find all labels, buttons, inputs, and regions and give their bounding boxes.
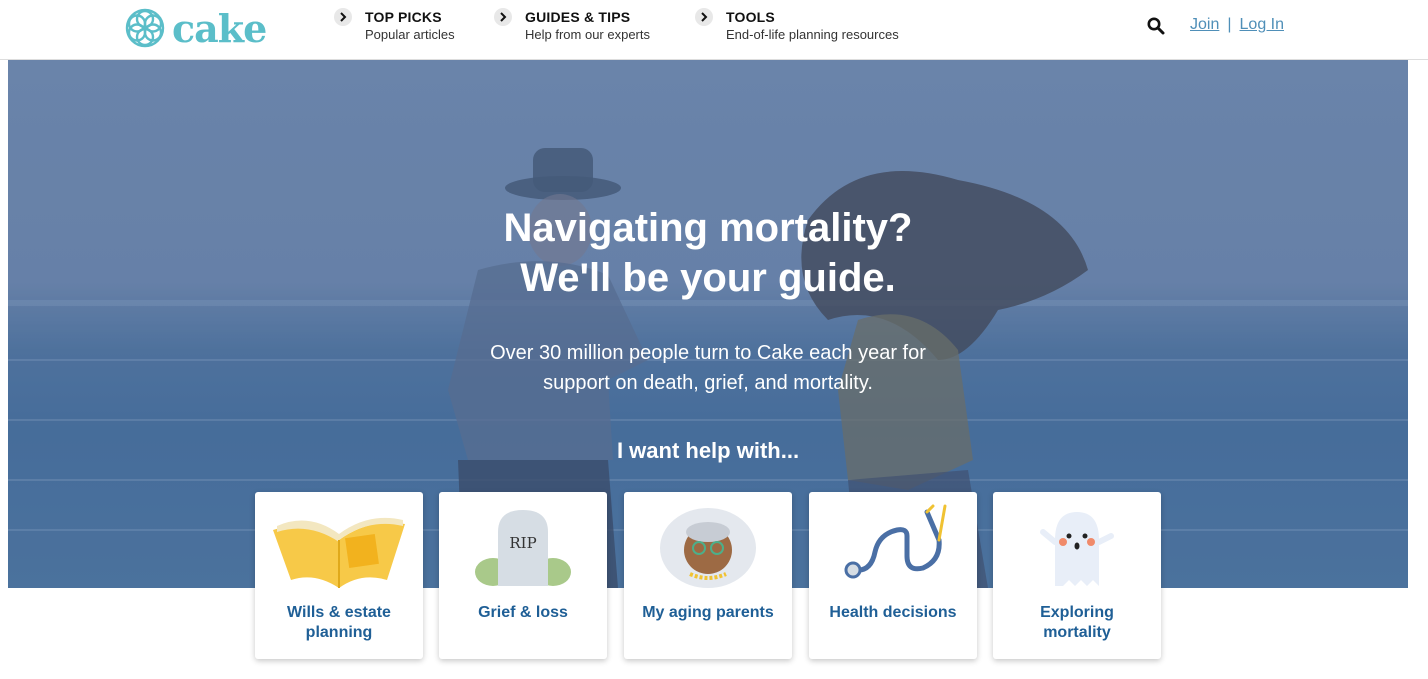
- auth-links: Join | Log In: [1190, 16, 1284, 34]
- card-label: Exploring mortality: [1001, 603, 1153, 643]
- hero-title-line1: Navigating mortality?: [503, 206, 913, 250]
- join-link[interactable]: Join: [1190, 16, 1219, 33]
- search-button[interactable]: [1147, 17, 1165, 40]
- card-label-line1: Health decisions: [829, 604, 957, 621]
- tombstone-icon: RIP: [475, 510, 571, 586]
- logo[interactable]: cake: [124, 5, 267, 51]
- hero-subtitle: Over 30 million people turn to Cake each…: [8, 338, 1408, 398]
- card-label-line1: Exploring: [1040, 604, 1114, 621]
- nav-guides-tips[interactable]: GUIDES & TIPS Help from our experts: [494, 8, 650, 44]
- search-icon: [1147, 17, 1165, 35]
- card-label-line1: Wills & estate: [287, 604, 391, 621]
- card-label-line1: My aging parents: [642, 604, 774, 621]
- hero-title-line2: We'll be your guide.: [520, 256, 896, 300]
- flower-logo-icon: [125, 8, 165, 48]
- chevron-right-icon: [334, 8, 352, 26]
- card-label-line1: Grief & loss: [478, 604, 568, 621]
- nav-title: GUIDES & TIPS: [525, 9, 631, 25]
- logo-text: cake: [172, 5, 267, 51]
- login-link[interactable]: Log In: [1240, 16, 1284, 33]
- card-label: Wills & estate planning: [263, 603, 415, 643]
- hero-subtitle-line2: support on death, grief, and mortality.: [543, 372, 873, 394]
- card-grief-loss[interactable]: RIP Grief & loss: [439, 492, 607, 659]
- nav-subtitle: End-of-life planning resources: [726, 27, 899, 42]
- stethoscope-icon: [844, 504, 947, 579]
- card-label-line2: mortality: [1043, 624, 1111, 641]
- help-prompt: I want help with...: [616, 438, 800, 463]
- nav-top-picks[interactable]: TOP PICKS Popular articles: [334, 8, 455, 44]
- nav-title: TOP PICKS: [365, 9, 442, 25]
- hero-title: Navigating mortality? We'll be your guid…: [8, 203, 1408, 303]
- grandma-icon: [660, 508, 756, 588]
- card-label: My aging parents: [632, 603, 784, 623]
- nav-subtitle: Help from our experts: [525, 27, 650, 42]
- card-health-decisions[interactable]: Health decisions: [809, 492, 977, 659]
- nav-tools[interactable]: TOOLS End-of-life planning resources: [695, 8, 899, 44]
- nav-title: TOOLS: [726, 9, 775, 25]
- card-label-line2: planning: [305, 624, 373, 641]
- chevron-right-icon: [695, 8, 713, 26]
- nav-subtitle: Popular articles: [365, 27, 455, 42]
- ghost-icon: [1040, 512, 1114, 586]
- card-label: Grief & loss: [447, 603, 599, 623]
- book-icon: [273, 517, 405, 588]
- card-wills-estate-planning[interactable]: Wills & estate planning: [255, 492, 423, 659]
- card-aging-parents[interactable]: My aging parents: [624, 492, 792, 659]
- site-header: cake TOP PICKS Popular articles GUIDES &…: [0, 0, 1428, 60]
- card-label: Health decisions: [817, 603, 969, 623]
- hero-subtitle-line1: Over 30 million people turn to Cake each…: [490, 342, 926, 364]
- tombstone-text: RIP: [509, 534, 536, 552]
- card-exploring-mortality[interactable]: Exploring mortality: [993, 492, 1161, 659]
- auth-separator: |: [1227, 16, 1232, 33]
- chevron-right-icon: [494, 8, 512, 26]
